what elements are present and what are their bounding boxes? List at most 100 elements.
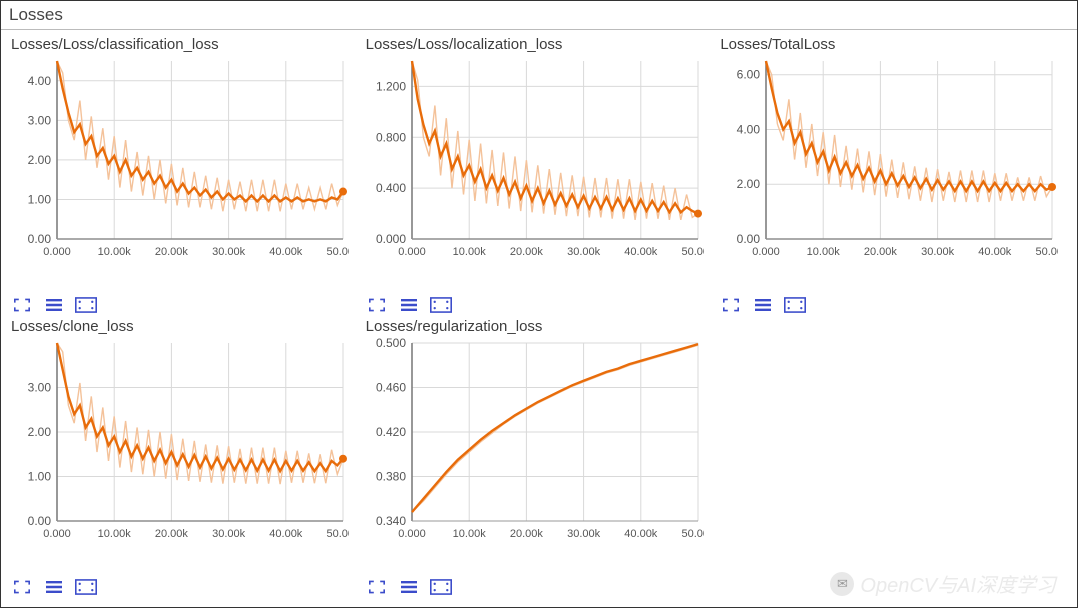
fit-icon[interactable]: [430, 296, 452, 314]
xtick-label: 0.000: [398, 246, 426, 258]
chart-cell-total_loss: Losses/TotalLoss0.002.004.006.000.00010.…: [718, 34, 1069, 314]
chart-plot-area[interactable]: 0.340 0.380 0.420 0.460 0.500 0.000 10.00k 20.0…: [364, 337, 715, 574]
series-smoothed: [412, 344, 698, 512]
series-raw: [57, 61, 343, 211]
xtick-label: 20.00k: [155, 528, 189, 540]
xtick-label: 10.00k: [98, 246, 132, 258]
ytick-label: 0.500: [376, 337, 406, 350]
chart-toolbar: [9, 574, 360, 596]
ytick-label: 1.200: [376, 79, 406, 93]
xtick-label: 30.00k: [567, 246, 601, 258]
chart-cell-classification_loss: Losses/Loss/classification_loss0.001.002…: [9, 34, 360, 314]
ytick-label: 2.00: [737, 177, 761, 191]
lines-icon[interactable]: [752, 296, 774, 314]
expand-icon[interactable]: [366, 578, 388, 596]
chart-title: Losses/regularization_loss: [366, 318, 715, 335]
ytick-label: 4.00: [28, 74, 52, 88]
xtick-label: 10.00k: [98, 528, 132, 540]
lines-icon[interactable]: [398, 296, 420, 314]
ytick-label: 0.400: [376, 181, 406, 195]
ytick-label: 0.340: [376, 514, 406, 528]
ytick-label: 2.00: [28, 153, 52, 167]
fit-icon[interactable]: [75, 578, 97, 596]
series-smoothed: [766, 61, 1052, 191]
xtick-label: 30.00k: [212, 528, 246, 540]
ytick-label: 4.00: [737, 122, 761, 136]
xtick-label: 50.00k: [681, 246, 704, 258]
chart-svg-regularization_loss[interactable]: 0.340 0.380 0.420 0.460 0.500 0.000 10.00k 20.0…: [364, 337, 704, 547]
ytick-label: 0.00: [28, 514, 52, 528]
chart-plot-area[interactable]: 0.0000.4000.8001.2000.00010.00k20.00k30.…: [364, 55, 715, 292]
xtick-label: 30.00k: [567, 528, 601, 540]
end-point-marker: [339, 455, 347, 463]
xtick-label: 50.00k: [681, 528, 704, 540]
ytick-label: 0.460: [376, 381, 406, 395]
charts-grid: Losses/Loss/classification_loss 0.00 1.00 2…: [1, 30, 1077, 596]
chart-plot-area[interactable]: 0.002.004.006.000.00010.00k20.00k30.00k4…: [718, 55, 1069, 292]
xtick-label: 10.00k: [807, 246, 841, 258]
xtick-label: 0.000: [43, 246, 71, 258]
lines-icon[interactable]: [398, 578, 420, 596]
fit-icon[interactable]: [430, 578, 452, 596]
series-smoothed: [57, 343, 343, 471]
ytick-label: 3.00: [28, 113, 52, 127]
series-raw: [57, 343, 343, 484]
ytick-label: 0.420: [376, 425, 406, 439]
expand-icon[interactable]: [720, 296, 742, 314]
xtick-label: 50.00k: [1036, 246, 1059, 258]
xtick-label: 30.00k: [921, 246, 955, 258]
lines-icon[interactable]: [43, 296, 65, 314]
xtick-label: 40.00k: [979, 246, 1013, 258]
ytick-label: 0.00: [737, 232, 761, 246]
chart-plot-area[interactable]: 0.001.002.003.000.00010.00k20.00k30.00k4…: [9, 337, 360, 574]
chart-svg-clone_loss[interactable]: 0.001.002.003.000.00010.00k20.00k30.00k4…: [9, 337, 349, 547]
chart-toolbar: [364, 574, 715, 596]
xtick-label: 20.00k: [510, 528, 544, 540]
chart-title: Losses/clone_loss: [11, 318, 360, 335]
chart-svg-localization_loss[interactable]: 0.0000.4000.8001.2000.00010.00k20.00k30.…: [364, 55, 704, 265]
ytick-label: 0.380: [376, 470, 406, 484]
xtick-label: 10.00k: [452, 246, 486, 258]
xtick-label: 50.00k: [326, 246, 349, 258]
ytick-label: 1.00: [28, 470, 52, 484]
end-point-marker: [1048, 183, 1056, 191]
xtick-label: 40.00k: [269, 246, 303, 258]
chart-title: Losses/Loss/classification_loss: [11, 36, 360, 53]
xtick-label: 10.00k: [452, 528, 486, 540]
chart-toolbar: [364, 292, 715, 314]
section-header[interactable]: Losses: [1, 1, 1077, 30]
chart-cell-localization_loss: Losses/Loss/localization_loss 0.000 0.400 0…: [364, 34, 715, 314]
xtick-label: 20.00k: [155, 246, 189, 258]
expand-icon[interactable]: [11, 578, 33, 596]
xtick-label: 20.00k: [864, 246, 898, 258]
fit-icon[interactable]: [784, 296, 806, 314]
chart-cell-regularization_loss: Losses/regularization_loss 0.340 0.380 0.42…: [364, 316, 715, 596]
xtick-label: 30.00k: [212, 246, 246, 258]
chart-title: Losses/TotalLoss: [720, 36, 1069, 53]
chart-cell-clone_loss: Losses/clone_loss0.001.002.003.000.00010…: [9, 316, 360, 596]
chart-plot-area[interactable]: 0.001.002.003.004.000.00010.00k20.00k30.…: [9, 55, 360, 292]
chart-svg-total_loss[interactable]: 0.002.004.006.000.00010.00k20.00k30.00k4…: [718, 55, 1058, 265]
xtick-label: 40.00k: [624, 528, 658, 540]
lines-icon[interactable]: [43, 578, 65, 596]
series-raw: [412, 345, 698, 512]
ytick-label: 2.00: [28, 425, 52, 439]
series-raw: [412, 61, 698, 220]
xtick-label: 40.00k: [624, 246, 658, 258]
end-point-marker: [339, 188, 347, 196]
expand-icon[interactable]: [11, 296, 33, 314]
xtick-label: 0.000: [753, 246, 781, 258]
expand-icon[interactable]: [366, 296, 388, 314]
ytick-label: 0.800: [376, 130, 406, 144]
series-raw: [766, 61, 1052, 202]
chart-title: Losses/Loss/localization_loss: [366, 36, 715, 53]
fit-icon[interactable]: [75, 296, 97, 314]
ytick-label: 0.00: [28, 232, 52, 246]
xtick-label: 40.00k: [269, 528, 303, 540]
xtick-label: 20.00k: [510, 246, 544, 258]
ytick-label: 3.00: [28, 381, 52, 395]
chart-svg-classification_loss[interactable]: 0.001.002.003.004.000.00010.00k20.00k30.…: [9, 55, 349, 265]
chart-toolbar: [9, 292, 360, 314]
losses-panel: Losses Losses/Loss/classification_loss 0.…: [0, 0, 1078, 608]
xtick-label: 0.000: [398, 528, 426, 540]
